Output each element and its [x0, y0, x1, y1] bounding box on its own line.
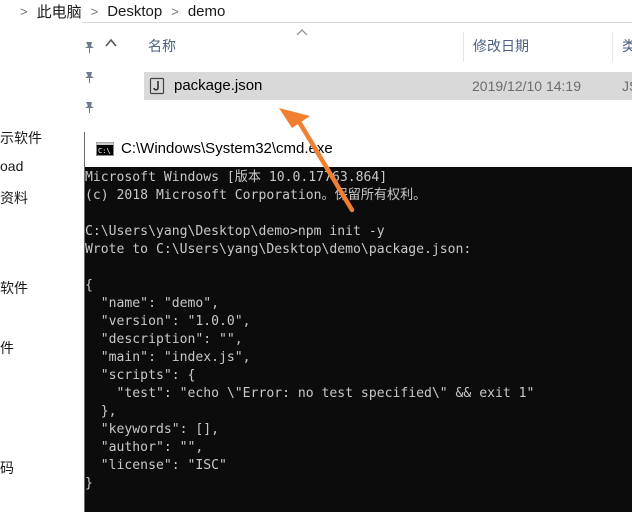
breadcrumb: > 此电脑 > Desktop > demo — [0, 0, 632, 23]
console-line: (c) 2018 Microsoft Corporation。保留所有权利。 — [85, 187, 427, 203]
console-line: "name": "demo", — [85, 295, 220, 311]
cmd-titlebar[interactable]: C:\ C:\Windows\System32\cmd.exe — [85, 132, 632, 166]
file-name[interactable]: package.json — [174, 77, 262, 94]
console-line: "version": "1.0.0", — [85, 313, 251, 329]
cmd-title: C:\Windows\System32\cmd.exe — [121, 140, 333, 157]
breadcrumb-item-desktop[interactable]: Desktop — [107, 3, 162, 20]
file-row-package-json[interactable]: package.json 2019/12/10 14:19 JS — [144, 72, 632, 100]
console-line: "license": "ISC" — [85, 457, 227, 473]
sort-up-icon — [296, 29, 308, 36]
console-line: "keywords": [], — [85, 421, 220, 437]
column-header-type[interactable]: 类 — [622, 36, 632, 60]
pin-icon[interactable] — [83, 70, 97, 84]
chevron-right-icon[interactable]: > — [91, 4, 99, 19]
console-line: Wrote to C:\Users\yang\Desktop\demo\pack… — [85, 241, 472, 257]
console-line: "scripts": { — [85, 367, 196, 383]
chevron-up-icon[interactable] — [104, 36, 118, 50]
column-header-modified[interactable]: 修改日期 — [473, 36, 529, 60]
cmd-window[interactable]: C:\ C:\Windows\System32\cmd.exe Microsof… — [84, 132, 632, 512]
console-line: "description": "", — [85, 331, 243, 347]
pin-icon[interactable] — [83, 100, 97, 114]
nav-item[interactable]: oad — [0, 158, 23, 174]
column-divider[interactable] — [612, 32, 613, 62]
pin-icon[interactable] — [83, 40, 97, 54]
console-line: "main": "index.js", — [85, 349, 251, 365]
chevron-right-icon[interactable]: > — [20, 4, 28, 19]
svg-text:C:\: C:\ — [98, 147, 111, 155]
console-line: } — [85, 475, 93, 491]
breadcrumb-item-demo[interactable]: demo — [188, 3, 226, 20]
nav-item[interactable]: 软件 — [0, 278, 28, 298]
column-header-name[interactable]: 名称 — [148, 36, 176, 60]
console-output[interactable]: Microsoft Windows [版本 10.0.17763.864] (c)… — [85, 167, 632, 512]
chevron-right-icon[interactable]: > — [171, 4, 179, 19]
console-line: }, — [85, 403, 117, 419]
file-type: JS — [622, 78, 632, 94]
console-line: "author": "", — [85, 439, 204, 455]
console-line: "test": "echo \"Error: no test specified… — [85, 385, 535, 401]
console-line: Microsoft Windows [版本 10.0.17763.864] — [85, 169, 388, 185]
breadcrumb-item-this-pc[interactable]: 此电脑 — [37, 1, 82, 22]
navigation-pane: 示软件 oad 资料 软件 件 码 — [0, 22, 82, 512]
file-modified-date: 2019/12/10 14:19 — [472, 78, 581, 94]
nav-item[interactable]: 示软件 — [0, 128, 42, 148]
nav-item[interactable]: 码 — [0, 458, 14, 478]
nav-item[interactable]: 件 — [0, 338, 14, 358]
console-line: { — [85, 277, 93, 293]
nav-item[interactable]: 资料 — [0, 188, 28, 208]
column-divider[interactable] — [463, 32, 464, 62]
console-line: C:\Users\yang\Desktop\demo>npm init -y — [85, 223, 385, 239]
cmd-icon: C:\ — [96, 142, 114, 156]
json-file-icon — [149, 77, 165, 95]
